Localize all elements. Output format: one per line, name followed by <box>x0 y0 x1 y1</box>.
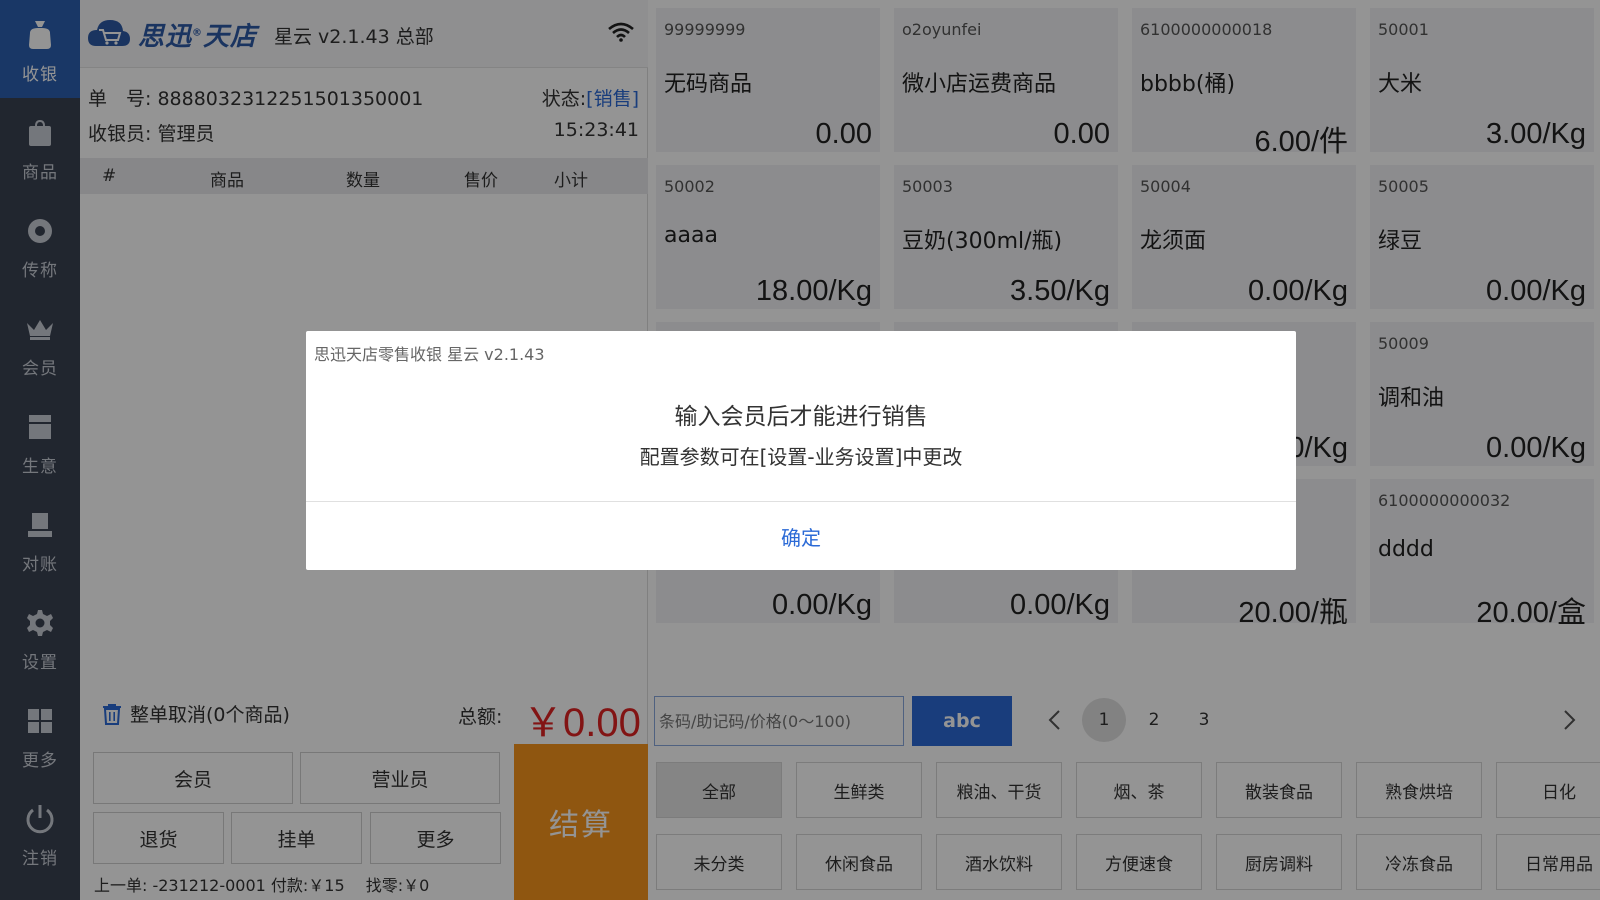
dialog-message: 输入会员后才能进行销售 <box>674 404 928 430</box>
dialog-divider <box>306 501 1296 502</box>
dialog-title: 思迅天店零售收银 星云 v2.1.43 <box>314 345 545 364</box>
confirm-button[interactable]: 确定 <box>751 506 851 566</box>
alert-dialog: 思迅天店零售收银 星云 v2.1.43 输入会员后才能进行销售 配置参数可在[设… <box>306 331 1296 570</box>
dialog-submessage: 配置参数可在[设置-业务设置]中更改 <box>639 445 963 469</box>
